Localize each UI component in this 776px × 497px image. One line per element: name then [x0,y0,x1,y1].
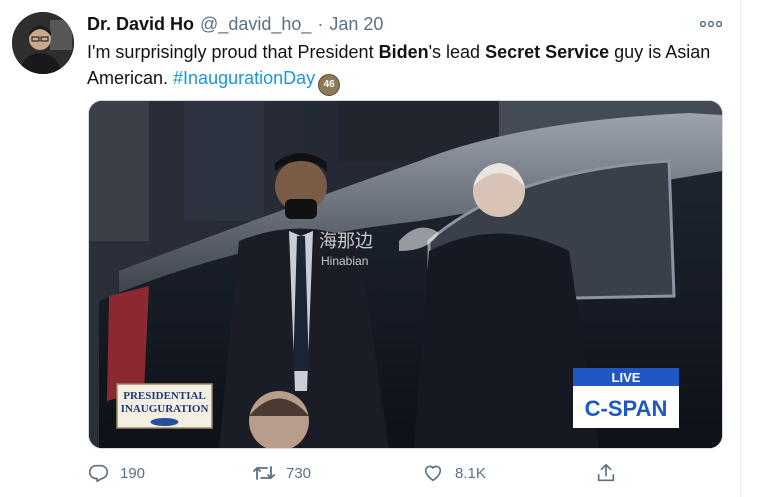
banner-line-2: INAUGURATION [121,403,209,415]
tweet-actions: 190 730 8.1K [86,458,626,488]
network-label: C-SPAN [585,396,668,421]
user-handle[interactable]: @_david_ho_ [200,14,311,35]
hashtag-emoji-badge: 46 [318,74,341,96]
retweet-icon [252,461,276,485]
like-button[interactable]: 8.1K [421,458,486,488]
live-label: LIVE [612,370,641,385]
share-button[interactable] [594,458,628,488]
share-icon [594,461,618,485]
heart-icon [421,461,445,485]
reply-icon [86,461,110,485]
hashtag-link[interactable]: #InaugurationDay [173,68,315,88]
display-name[interactable]: Dr. David Ho [87,14,194,35]
tweet-media-image[interactable]: PRESIDENTIAL INAUGURATION 海那边 Hinabian L… [88,100,723,449]
watermark-en: Hinabian [321,254,368,268]
avatar[interactable] [12,12,74,74]
like-count: 8.1K [455,464,486,482]
banner-line-1: PRESIDENTIAL [123,390,206,402]
reply-button[interactable]: 190 [86,458,145,488]
tweet-text-part: I'm surprisingly proud that President [87,42,379,62]
tweet-text: I'm surprisingly proud that President Bi… [87,39,717,96]
reply-count: 190 [120,464,146,482]
tweet-text-part: 's lead [428,42,486,62]
retweet-button[interactable]: 730 [252,458,311,488]
separator-dot: · [317,13,324,34]
more-horizontal-icon[interactable] [696,12,726,36]
retweet-count: 730 [286,464,312,482]
tweet-text-bold: Biden [378,42,429,62]
column-divider [740,0,741,497]
tweet-text-bold: Secret Service [485,42,610,62]
watermark-cn: 海那边 [319,231,373,252]
tweet-date[interactable]: Jan 20 [329,14,383,35]
tweet-header: Dr. David Ho @_david_ho_ · Jan 20 [87,12,383,36]
